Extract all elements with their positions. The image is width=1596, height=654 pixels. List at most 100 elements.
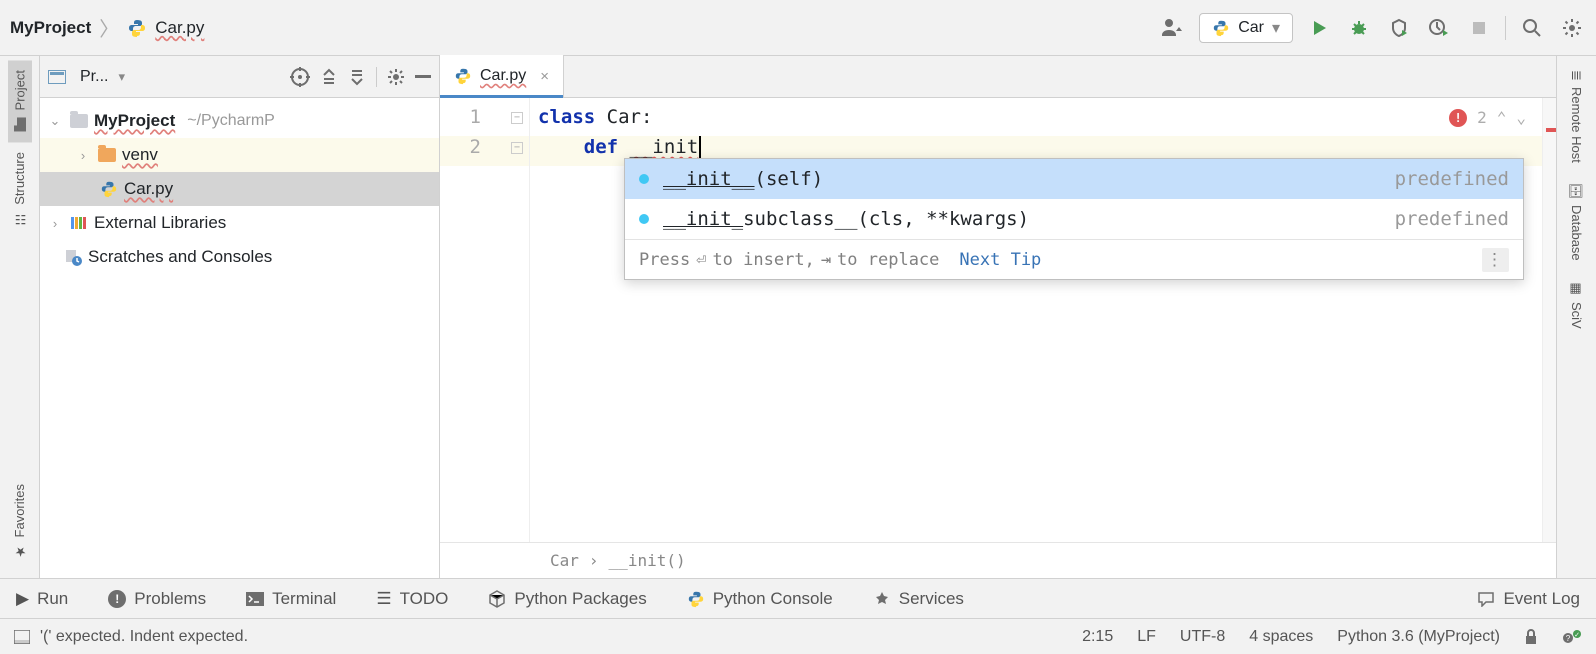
tree-root-path: ~/PycharmP <box>187 112 275 130</box>
search-everywhere-button[interactable] <box>1518 14 1546 42</box>
more-icon[interactable]: ⋮ <box>1482 248 1509 272</box>
terminal-icon <box>246 592 264 606</box>
services-label: Services <box>899 589 964 609</box>
event-log-icon <box>1477 591 1495 607</box>
tree-external-libs[interactable]: › External Libraries <box>40 206 439 240</box>
run-config-label: Car <box>1238 19 1264 37</box>
coverage-button[interactable] <box>1385 14 1413 42</box>
svg-text:?: ? <box>1566 634 1571 643</box>
method-icon <box>639 174 649 184</box>
event-log-tool-button[interactable]: Event Log <box>1477 589 1580 609</box>
completion-tag: predefined <box>1395 208 1509 230</box>
tree-root[interactable]: ⌄ MyProject ~/PycharmP <box>40 104 439 138</box>
completion-item[interactable]: __init__(self) predefined <box>625 159 1523 199</box>
code-editor[interactable]: 1− 2 − class Car: def __init __init__(sel… <box>440 98 1556 542</box>
error-count: 2 <box>1477 108 1487 127</box>
python-file-icon <box>127 18 147 38</box>
separator <box>376 67 377 87</box>
fold-icon[interactable]: − <box>511 112 523 124</box>
favorites-tool-button[interactable]: ★ Favorites <box>8 474 31 568</box>
settings-button[interactable] <box>1558 14 1586 42</box>
tree-file-car[interactable]: Car.py <box>40 172 439 206</box>
remote-label: Remote Host <box>1569 87 1584 163</box>
problems-tool-button[interactable]: !Problems <box>108 589 206 609</box>
lock-icon[interactable] <box>1524 629 1538 645</box>
profile-button[interactable] <box>1425 14 1453 42</box>
error-stripe[interactable] <box>1542 98 1556 542</box>
run-label: Run <box>37 589 68 609</box>
chevron-up-icon[interactable]: ⌃ <box>1497 108 1507 127</box>
chevron-right-icon: › <box>74 148 92 163</box>
tree-scratches[interactable]: Scratches and Consoles <box>40 240 439 274</box>
code-content[interactable]: class Car: def __init __init__(self) pre… <box>530 98 1542 542</box>
ide-status-icon[interactable]: ?✓ <box>1562 629 1582 645</box>
python-file-icon <box>100 180 118 198</box>
run-tool-button[interactable]: ▶ Run <box>16 589 68 609</box>
next-tip-link[interactable]: Next Tip <box>959 250 1041 270</box>
eventlog-label: Event Log <box>1503 589 1580 609</box>
method-icon <box>639 214 649 224</box>
breadcrumb-file[interactable]: Car.py <box>127 18 204 38</box>
hide-icon[interactable] <box>415 75 431 79</box>
completion-tag: predefined <box>1395 168 1509 190</box>
close-icon[interactable]: × <box>540 68 549 85</box>
editor-breadcrumbs: Car › __init() <box>440 542 1556 578</box>
tree-venv-label: venv <box>122 145 158 165</box>
gear-icon[interactable] <box>387 68 405 86</box>
expand-all-icon[interactable] <box>320 68 338 86</box>
separator <box>1505 16 1506 40</box>
database-tool-button[interactable]: 🗄 Database <box>1565 173 1588 271</box>
footer-text: to insert, <box>712 250 814 270</box>
python-console-tool-button[interactable]: Python Console <box>687 589 833 609</box>
collapse-all-icon[interactable] <box>348 68 366 86</box>
breadcrumb-project[interactable]: MyProject <box>10 18 91 38</box>
locate-icon[interactable] <box>290 67 310 87</box>
code-line-1: class Car: <box>530 106 1542 136</box>
favorites-tool-label: Favorites <box>12 484 27 537</box>
crumb-class[interactable]: Car <box>550 551 579 570</box>
chevron-right-icon: 〉 <box>99 13 119 42</box>
error-mark[interactable] <box>1546 128 1556 132</box>
run-config-selector[interactable]: Car ▾ <box>1199 13 1293 43</box>
project-panel-title[interactable]: Pr... <box>80 68 108 86</box>
cursor-position[interactable]: 2:15 <box>1082 628 1113 646</box>
completion-footer: Press ⏎ to insert, ⇥ to replace Next Tip… <box>625 239 1523 279</box>
status-bar: '(' expected. Indent expected. 2:15 LF U… <box>0 618 1596 654</box>
completion-item[interactable]: __init_subclass__(cls, **kwargs) predefi… <box>625 199 1523 239</box>
completion-signature: subclass__(cls, **kwargs) <box>743 208 1029 230</box>
run-button[interactable] <box>1305 14 1333 42</box>
structure-icon: ☷ <box>12 211 27 226</box>
scratches-icon <box>64 248 82 266</box>
completion-label: __init__ <box>663 168 755 190</box>
debug-button[interactable] <box>1345 14 1373 42</box>
editor-tab-car[interactable]: Car.py × <box>440 55 564 97</box>
structure-tool-button[interactable]: ☷ Structure <box>8 142 31 236</box>
tree-venv[interactable]: › venv <box>40 138 439 172</box>
services-tool-button[interactable]: Services <box>873 589 964 609</box>
run-icon: ▶ <box>16 589 29 609</box>
chevron-down-icon[interactable]: ⌄ <box>1516 108 1526 127</box>
indent-setting[interactable]: 4 spaces <box>1249 628 1313 646</box>
remote-host-tool-button[interactable]: ≣ Remote Host <box>1565 60 1588 173</box>
code-completion-popup: __init__(self) predefined __init_subclas… <box>624 158 1524 280</box>
user-icon[interactable] <box>1159 14 1187 42</box>
python-file-icon <box>454 67 472 85</box>
project-tool-button[interactable]: Project <box>8 60 32 142</box>
python-interpreter[interactable]: Python 3.6 (MyProject) <box>1337 628 1500 646</box>
line-number: 1− <box>440 106 529 136</box>
terminal-tool-button[interactable]: Terminal <box>246 589 336 609</box>
fold-icon[interactable]: − <box>511 142 523 154</box>
navbar-toolbar: Car ▾ <box>1159 13 1586 43</box>
todo-tool-button[interactable]: ☰TODO <box>376 589 448 609</box>
sciview-tool-button[interactable]: ▦ SciV <box>1565 271 1588 339</box>
crumb-method[interactable]: __init() <box>609 551 686 570</box>
error-icon: ! <box>1449 109 1467 127</box>
remote-icon: ≣ <box>1569 70 1584 81</box>
python-packages-tool-button[interactable]: Python Packages <box>488 589 646 609</box>
file-encoding[interactable]: UTF-8 <box>1180 628 1225 646</box>
inspection-widget[interactable]: ! 2 ⌃ ⌄ <box>1449 108 1526 127</box>
console-label: Python Console <box>713 589 833 609</box>
line-ending[interactable]: LF <box>1137 628 1156 646</box>
tool-windows-icon[interactable] <box>14 630 30 644</box>
database-icon: 🗄 <box>1569 183 1584 200</box>
